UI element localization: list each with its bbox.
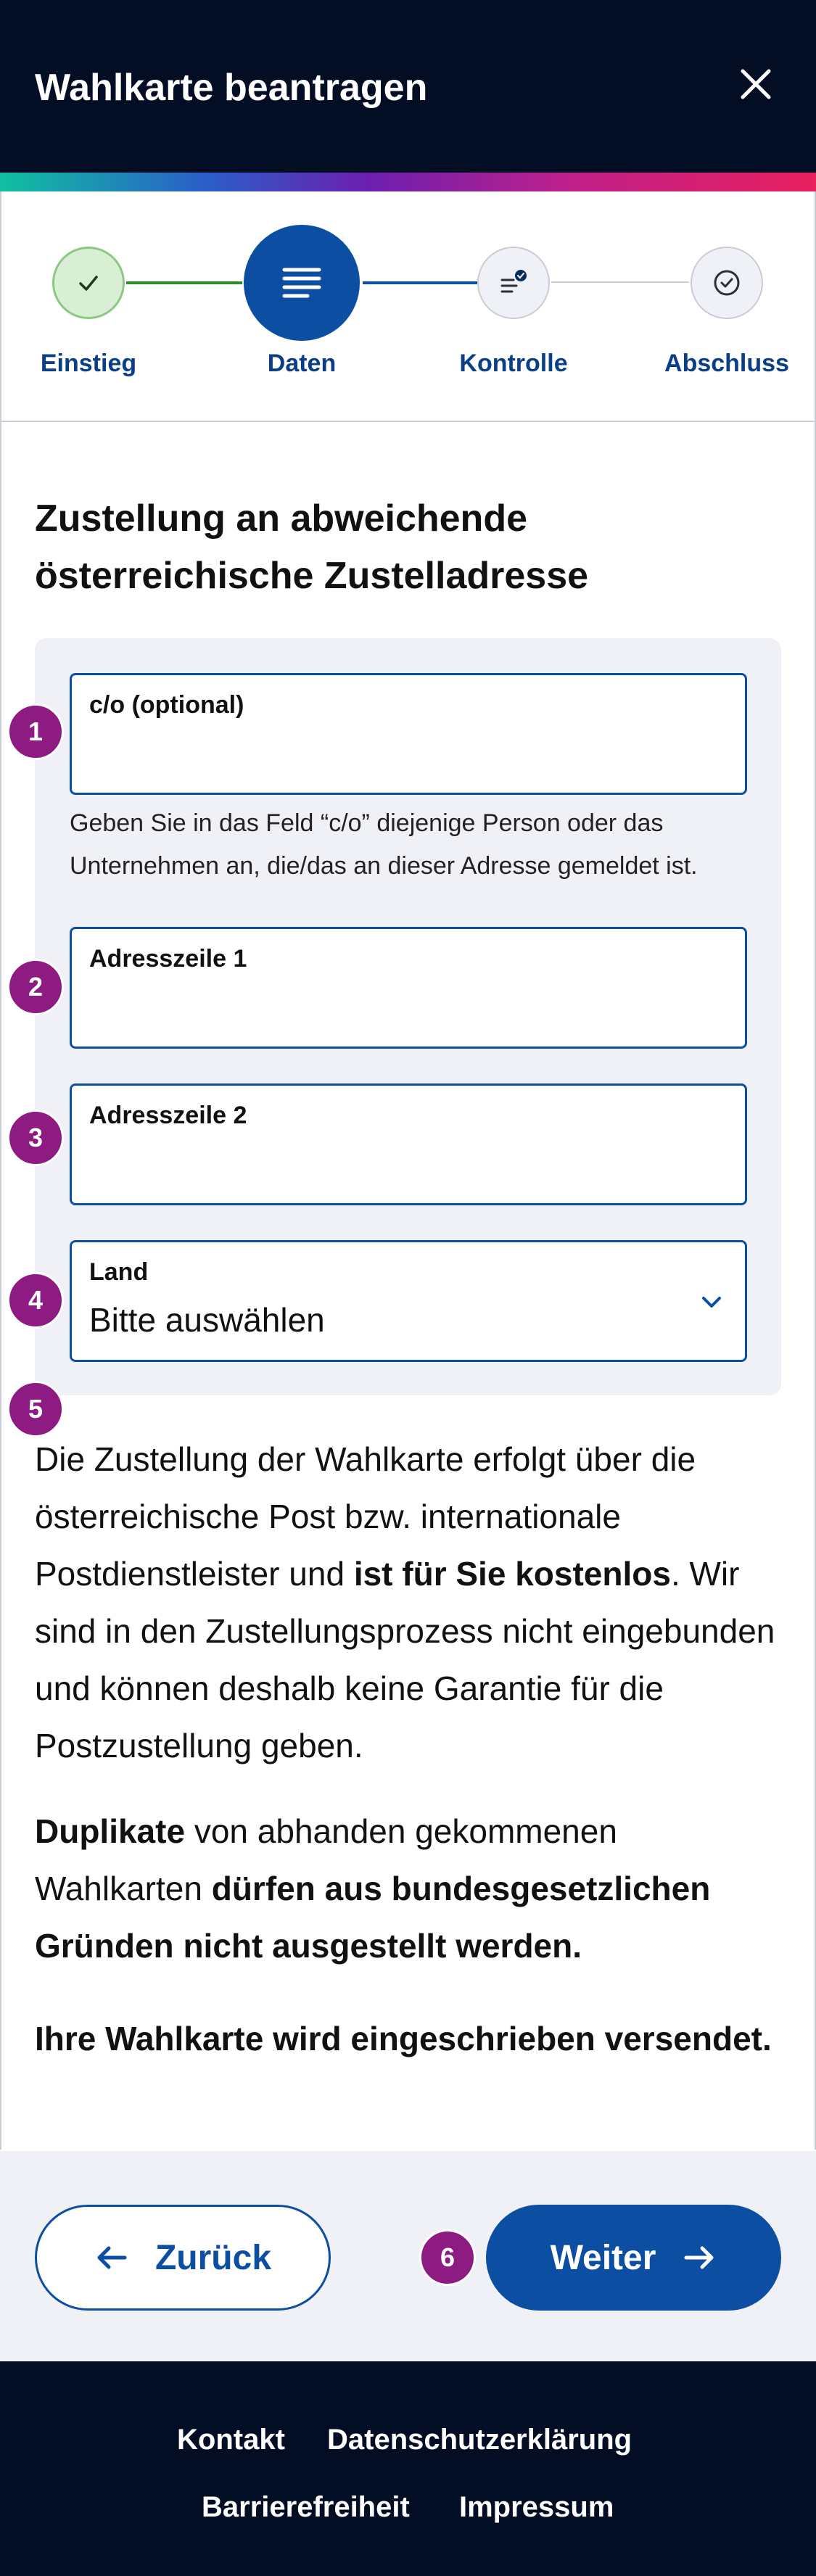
close-icon[interactable]	[733, 61, 779, 107]
co-help-text: Geben Sie in das Feld “c/o” diejenige Pe…	[70, 809, 698, 880]
annotation-badge-1: 1	[7, 703, 64, 760]
back-button[interactable]: Zurück	[35, 2205, 331, 2311]
country-select-value[interactable]: Bitte auswählen	[89, 1300, 325, 1339]
list-check-icon	[500, 270, 527, 293]
delivery-info-free: ist für Sie kostenlos	[353, 1555, 671, 1593]
back-button-label: Zurück	[154, 2238, 272, 2277]
arrow-right-icon	[684, 2246, 714, 2269]
app-header: Wahlkarte beantragen	[0, 0, 816, 173]
page-title: Wahlkarte beantragen	[35, 67, 428, 109]
footer-link-barrierefreiheit[interactable]: Barrierefreiheit	[202, 2491, 410, 2524]
address-line-1-label: Adresszeile 1	[89, 945, 247, 973]
duplicate-info-strong-1: Duplikate	[35, 1812, 186, 1850]
stepper-divider	[0, 421, 816, 422]
annotation-badge-6: 6	[419, 2229, 476, 2286]
next-button-label: Weiter	[550, 2238, 656, 2277]
step-connector-2	[363, 281, 477, 284]
address-line-2-label: Adresszeile 2	[89, 1102, 247, 1129]
address-line-2-field[interactable]: Adresszeile 2	[70, 1083, 747, 1205]
step-connector-1	[126, 281, 242, 284]
footer-link-datenschutz[interactable]: Datenschutzerklärung	[327, 2424, 632, 2456]
step-label-kontrolle: Kontrolle	[459, 350, 568, 377]
brand-gradient-bar	[0, 173, 816, 191]
step-label-daten: Daten	[267, 350, 337, 377]
registered-mail-info: Ihre Wahlkarte wird eingeschrieben verse…	[35, 2020, 772, 2057]
chevron-down-icon[interactable]	[697, 1287, 726, 1316]
page-footer: Kontakt Datenschutzerklärung Barrierefre…	[0, 2361, 816, 2576]
arrow-left-icon	[97, 2246, 127, 2269]
step-label-abschluss: Abschluss	[664, 350, 789, 377]
annotation-badge-4: 4	[7, 1272, 64, 1329]
check-icon	[79, 276, 98, 291]
step-einstieg[interactable]	[52, 247, 125, 319]
step-connector-3	[551, 281, 689, 283]
delivery-info-paragraph: Die Zustellung der Wahlkarte erfolgt übe…	[35, 1431, 782, 1775]
annotation-badge-2: 2	[7, 959, 64, 1015]
co-field-label: c/o (optional)	[89, 691, 244, 719]
country-select-label: Land	[89, 1258, 149, 1286]
annotation-badge-3: 3	[7, 1110, 64, 1166]
duplicate-info-paragraph: Duplikate von abhanden gekommenen Wahlka…	[35, 1803, 782, 1975]
progress-stepper: Einstieg Daten Kontrolle Abschluss	[0, 191, 816, 421]
lines-icon	[282, 268, 321, 298]
step-kontrolle[interactable]	[477, 247, 550, 319]
section-title: Zustellung an abweichende österreichisch…	[35, 498, 589, 597]
frame-border-left	[0, 191, 1, 2150]
footer-link-kontakt[interactable]: Kontakt	[177, 2424, 285, 2456]
annotation-badge-5: 5	[7, 1381, 64, 1437]
country-select[interactable]: Land Bitte auswählen	[70, 1240, 747, 1362]
footer-link-impressum[interactable]: Impressum	[459, 2491, 614, 2524]
address-line-1-field[interactable]: Adresszeile 1	[70, 927, 747, 1049]
step-daten[interactable]	[244, 225, 360, 341]
close-button[interactable]	[733, 61, 779, 107]
co-field[interactable]: c/o (optional)	[70, 673, 747, 795]
step-label-einstieg: Einstieg	[40, 350, 137, 377]
next-button[interactable]: Weiter	[486, 2205, 781, 2311]
step-abschluss[interactable]	[691, 247, 763, 319]
circle-check-icon	[714, 270, 740, 296]
